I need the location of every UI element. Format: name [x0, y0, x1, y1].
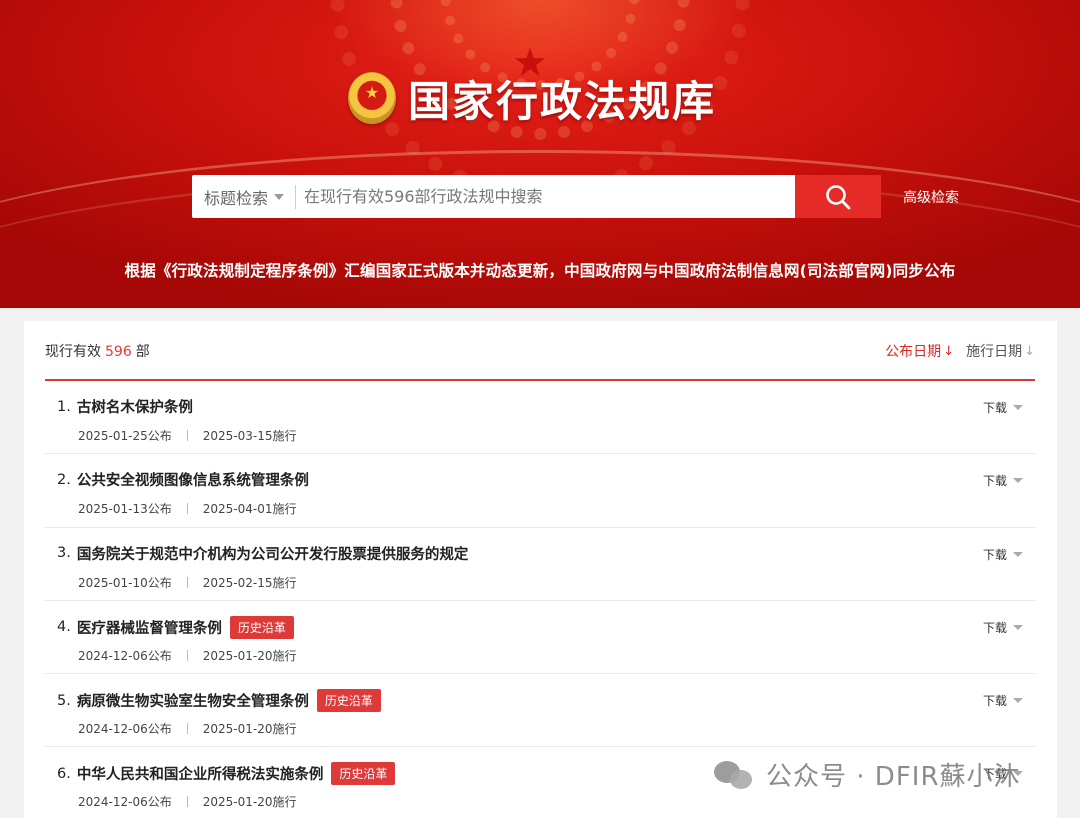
- item-title: 4. 医疗器械监督管理条例 历史沿革: [57, 615, 294, 639]
- effective-date: 2025-01-20施行: [202, 722, 297, 737]
- item-dates: 2024-12-06公布 2025-01-20施行: [78, 720, 297, 737]
- wechat-icon: [714, 759, 754, 791]
- item-title: 5. 病原微生物实验室生物安全管理条例 历史沿革: [57, 689, 381, 713]
- item-dates: 2025-01-13公布 2025-04-01施行: [78, 500, 297, 517]
- download-button[interactable]: 下载: [983, 619, 1023, 636]
- divider: [186, 503, 188, 515]
- list-item: 2. 公共安全视频图像信息系统管理条例 2025-01-13公布 2025-04…: [45, 454, 1035, 528]
- search-type-select[interactable]: 标题检索: [192, 175, 296, 218]
- item-title-link[interactable]: 国务院关于规范中介机构为公司公开发行股票提供服务的规定: [77, 543, 469, 564]
- download-button[interactable]: 下载: [983, 546, 1023, 563]
- list-item: 1. 古树名木保护条例 2025-01-25公布 2025-03-15施行 下载: [45, 381, 1035, 455]
- search-bar: 标题检索: [192, 175, 881, 218]
- item-dates: 2025-01-10公布 2025-02-15施行: [78, 574, 297, 591]
- download-button[interactable]: 下载: [983, 399, 1023, 416]
- search-icon: [826, 184, 851, 209]
- item-title-link[interactable]: 公共安全视频图像信息系统管理条例: [77, 469, 309, 490]
- divider: [186, 796, 188, 808]
- download-label: 下载: [982, 474, 1007, 489]
- published-date: 2025-01-10公布: [78, 575, 172, 590]
- sort-controls: 公布日期 ↓ 施行日期 ↓: [885, 341, 1035, 361]
- item-dates: 2024-12-06公布 2025-01-20施行: [78, 793, 297, 810]
- effective-date: 2025-04-01施行: [202, 502, 297, 517]
- search-button[interactable]: [795, 175, 881, 218]
- divider: [186, 649, 188, 661]
- sort-effective-date-label: 施行日期: [966, 344, 1023, 360]
- result-count: 现行有效 596 部: [45, 341, 150, 361]
- sort-publish-date-label: 公布日期: [885, 344, 942, 360]
- item-title-link[interactable]: 古树名木保护条例: [77, 396, 193, 417]
- published-date: 2024-12-06公布: [78, 795, 172, 810]
- result-count-suffix: 部: [135, 344, 150, 360]
- results-header: 现行有效 596 部 公布日期 ↓ 施行日期 ↓: [45, 339, 1035, 363]
- chevron-down-icon: [274, 193, 285, 200]
- divider: [186, 576, 188, 588]
- effective-date: 2025-01-20施行: [202, 795, 297, 810]
- chevron-down-icon: [1013, 698, 1023, 704]
- chevron-down-icon: [1013, 478, 1023, 484]
- item-dates: 2024-12-06公布 2025-01-20施行: [78, 647, 297, 664]
- chevron-down-icon: [1013, 405, 1023, 410]
- sort-effective-date[interactable]: 施行日期 ↓: [966, 341, 1035, 361]
- result-count-number: 596: [105, 344, 132, 360]
- site-title: 国家行政法规库: [408, 76, 717, 126]
- watermark-text: 公众号 · DFIR蘇小沐: [766, 762, 1021, 792]
- download-label: 下载: [982, 694, 1007, 709]
- download-label: 下载: [982, 547, 1007, 562]
- item-dates: 2025-01-25公布 2025-03-15施行: [78, 427, 297, 444]
- arrow-down-icon: ↓: [1024, 343, 1035, 359]
- item-title: 2. 公共安全视频图像信息系统管理条例: [57, 469, 309, 490]
- search-input[interactable]: [296, 175, 795, 218]
- site-branding[interactable]: 国家行政法规库: [348, 70, 716, 126]
- tagline: 根据《行政法规制定程序条例》汇编国家正式版本并动态更新，中国政府网与中国政府法制…: [124, 262, 956, 280]
- published-date: 2025-01-13公布: [78, 502, 172, 517]
- list-item: 4. 医疗器械监督管理条例 历史沿革 2024-12-06公布 2025-01-…: [45, 601, 1035, 675]
- item-index: 3.: [57, 545, 71, 562]
- published-date: 2024-12-06公布: [78, 722, 172, 737]
- result-count-prefix: 现行有效: [45, 344, 101, 360]
- download-button[interactable]: 下载: [983, 472, 1023, 489]
- history-badge[interactable]: 历史沿革: [331, 762, 396, 786]
- advanced-search-link[interactable]: 高级检索: [903, 187, 959, 207]
- download-label: 下载: [982, 620, 1007, 635]
- header-banner: ★ 国家行政法规库 标题检索 高级检索 根据《行政法规制定程序条例》汇编国家正式…: [0, 0, 1080, 308]
- divider: [186, 430, 188, 441]
- item-index: 4.: [57, 619, 71, 636]
- chevron-down-icon: [1013, 551, 1023, 557]
- divider: [186, 723, 188, 735]
- download-button[interactable]: 下载: [983, 692, 1023, 709]
- arrow-down-icon: ↓: [943, 343, 955, 359]
- national-emblem-icon: [348, 72, 396, 124]
- results-panel: 现行有效 596 部 公布日期 ↓ 施行日期 ↓ 1. 古树名木保护条例 2025-…: [24, 321, 1057, 818]
- published-date: 2025-01-25公布: [78, 429, 172, 443]
- history-badge[interactable]: 历史沿革: [316, 689, 381, 713]
- item-title: 6. 中华人民共和国企业所得税法实施条例 历史沿革: [57, 762, 396, 786]
- download-label: 下载: [982, 401, 1007, 415]
- chevron-down-icon: [1013, 624, 1023, 630]
- item-index: 5.: [57, 692, 71, 709]
- list-item: 3. 国务院关于规范中介机构为公司公开发行股票提供服务的规定 2025-01-1…: [45, 528, 1035, 601]
- item-title: 3. 国务院关于规范中介机构为公司公开发行股票提供服务的规定: [57, 543, 468, 564]
- item-title-link[interactable]: 中华人民共和国企业所得税法实施条例: [77, 763, 324, 784]
- regulation-list: 1. 古树名木保护条例 2025-01-25公布 2025-03-15施行 下载…: [45, 381, 1035, 818]
- published-date: 2024-12-06公布: [78, 648, 172, 663]
- history-badge[interactable]: 历史沿革: [229, 615, 294, 639]
- item-title: 1. 古树名木保护条例: [57, 396, 193, 417]
- effective-date: 2025-02-15施行: [202, 575, 297, 590]
- item-title-link[interactable]: 医疗器械监督管理条例: [77, 617, 222, 638]
- search-type-label: 标题检索: [204, 188, 269, 208]
- effective-date: 2025-03-15施行: [202, 429, 297, 443]
- watermark: 公众号 · DFIR蘇小沐: [714, 756, 1021, 793]
- sort-publish-date[interactable]: 公布日期 ↓: [885, 341, 954, 361]
- list-item: 5. 病原微生物实验室生物安全管理条例 历史沿革 2024-12-06公布 20…: [45, 674, 1035, 748]
- item-index: 6.: [57, 765, 71, 782]
- effective-date: 2025-01-20施行: [202, 648, 297, 663]
- item-index: 2.: [57, 471, 71, 488]
- item-index: 1.: [57, 398, 71, 415]
- item-title-link[interactable]: 病原微生物实验室生物安全管理条例: [77, 690, 309, 711]
